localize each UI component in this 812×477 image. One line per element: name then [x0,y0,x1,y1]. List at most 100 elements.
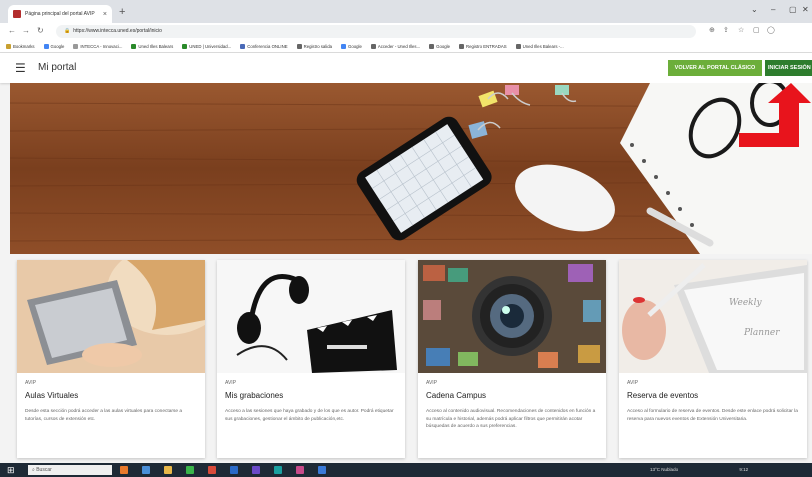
taskbar-search-input[interactable]: ⌕ Buscar [28,465,112,475]
bookmark-item[interactable]: Uned Illes Balears -... [515,43,564,49]
card-description: Acceso al contenido audiovisual. Recomen… [426,409,596,429]
bookmarks-bar: Bookmarks Google INTECCA - Innovaci... Uned… [0,40,812,53]
url-input[interactable]: 🔒 https://www.intecca.uned.es/portal/inic… [56,25,696,38]
headphones-clapperboard-photo [217,260,405,373]
bookmark-item[interactable]: Registro salida [296,43,333,49]
bookmark-icon [43,43,49,49]
bookmark-item[interactable]: INTECCA - Innovaci... [73,43,123,49]
bookmark-label: Google [436,43,451,49]
favicon-icon [13,10,21,18]
card-title[interactable]: Cadena Campus [426,391,486,400]
url-text: https://www.intecca.uned.es/portal/inici… [73,28,162,34]
svg-text:Weekly: Weekly [729,298,763,308]
bookmark-item[interactable]: Uned Illes Balears [131,43,174,49]
taskbar-app-icon[interactable] [186,466,194,474]
chevron-down-icon[interactable]: ⌄ [751,5,758,14]
forward-icon[interactable]: → [22,26,30,35]
bookmark-label: Conferencia ONLINE [247,43,288,49]
star-icon[interactable]: ☆ [738,26,744,34]
card-description: Desde esta sección podrá acceder a las a… [25,409,183,422]
card-title[interactable]: Mis grabaciones [225,391,283,400]
taskbar-app-icon[interactable] [120,466,128,474]
hero-banner [10,83,812,254]
browser-tab[interactable]: Página principal del portal AVIP × [8,5,112,23]
new-tab-icon[interactable]: + [119,6,125,18]
share-icon[interactable]: ⇪ [723,26,729,34]
bookmark-item[interactable]: Google [429,43,451,49]
lock-icon: 🔒 [64,28,71,34]
taskbar-app-icon[interactable] [208,466,216,474]
hero-desk-illustration [10,83,812,254]
card-cadena-campus[interactable]: AVIP Cadena Campus Acceso al contenido a… [418,260,606,458]
bookmark-item[interactable]: Google [341,43,362,49]
bookmark-item[interactable]: Acceder - Uned Illes... [370,43,420,49]
card-description: Acceso a las sesiones que haya grabado y… [225,409,394,422]
bookmark-label: Registro ENTRADAS [466,43,507,49]
minimize-icon[interactable]: – [771,5,775,14]
clock: 9:12 [739,467,749,472]
bookmark-icon [131,43,137,49]
close-window-icon[interactable]: ✕ [802,5,809,14]
card-description: Acceso al formulario de reserva de event… [627,409,798,422]
search-placeholder: Buscar [36,467,52,473]
tablet-planner-photo: Weekly Planner [619,260,807,373]
bookmark-label: INTECCA - Innovaci... [80,43,123,49]
card-tag: AVIP [225,380,237,386]
bookmark-label: Registro salida [303,43,333,49]
red-arrow-annotation [739,83,811,147]
bookmark-item[interactable]: Registro ENTRADAS [459,43,507,49]
taskbar-app-icon[interactable] [252,466,260,474]
bookmark-icon [182,43,188,49]
bookmark-label: Uned Illes Balears [138,43,174,49]
taskbar-app-icon[interactable] [230,466,238,474]
page-title: Mi portal [38,62,77,73]
bookmark-icon [296,43,302,49]
google-lens-icon[interactable]: ⊕ [709,26,715,34]
taskbar-app-icon[interactable] [164,466,172,474]
bookmark-label: Google [50,43,65,49]
bookmark-icon [459,43,465,49]
back-icon[interactable]: ← [8,26,16,35]
taskbar-app-icon[interactable] [318,466,326,474]
system-tray: 13°C Nublado 9:12 [650,467,748,472]
taskbar-app-icon[interactable] [296,466,304,474]
svg-text:Planner: Planner [743,328,780,338]
card-aulas-virtuales[interactable]: AVIP Aulas Virtuales Desde esta sección … [17,260,205,458]
taskbar-app-icon[interactable] [142,466,150,474]
card-reserva-de-eventos[interactable]: Weekly Planner AVIP Reserva de eventos A… [619,260,807,458]
profile-icon[interactable]: ◯ [767,26,775,34]
bookmark-item[interactable]: Google [43,43,65,49]
card-title[interactable]: Reserva de eventos [627,391,698,400]
taskbar-app-icon[interactable] [274,466,282,474]
app-header: ☰ Mi portal VOLVER AL PORTAL CLÁSICO INI… [0,53,812,83]
maximize-icon[interactable]: ▢ [789,5,797,14]
weather-text: 13°C Nublado [650,467,679,472]
bookmark-icon [73,43,79,49]
card-mis-grabaciones[interactable]: AVIP Mis grabaciones Acceso a las sesion… [217,260,405,458]
bookmark-item[interactable]: Conferencia ONLINE [240,43,288,49]
windows-taskbar: ⊞ ⌕ Buscar 13°C Nublado 9:12 [0,463,812,477]
login-button[interactable]: INICIAR SESIÓN [765,60,812,76]
windows-start-icon[interactable]: ⊞ [7,465,15,476]
hamburger-menu-icon[interactable]: ☰ [15,61,26,75]
bookmark-label: Bookmarks [13,43,35,49]
card-title[interactable]: Aulas Virtuales [25,391,78,400]
bookmark-label: Google [348,43,362,49]
tab-close-icon[interactable]: × [103,11,107,18]
bookmark-item[interactable]: Bookmarks [6,43,35,49]
back-to-classic-portal-button[interactable]: VOLVER AL PORTAL CLÁSICO [668,60,762,76]
bookmark-icon [341,43,347,49]
bookmark-icon [6,43,11,49]
bookmark-label: Uned Illes Balears -... [522,43,564,49]
reload-icon[interactable]: ↻ [37,26,44,35]
tab-title: Página principal del portal AVIP [25,11,95,17]
browser-tab-strip: Página principal del portal AVIP × + ⌄ –… [0,0,812,23]
bookmark-label: UNED | Universidad... [189,43,232,49]
split-view-icon[interactable]: ▢ [753,26,760,34]
bookmark-icon [429,43,435,49]
card-tag: AVIP [25,380,37,386]
camera-lens-photo [418,260,606,373]
bookmark-icon [240,43,246,49]
address-bar: ← → ↻ 🔒 https://www.intecca.uned.es/porta… [0,23,812,40]
bookmark-item[interactable]: UNED | Universidad... [182,43,232,49]
